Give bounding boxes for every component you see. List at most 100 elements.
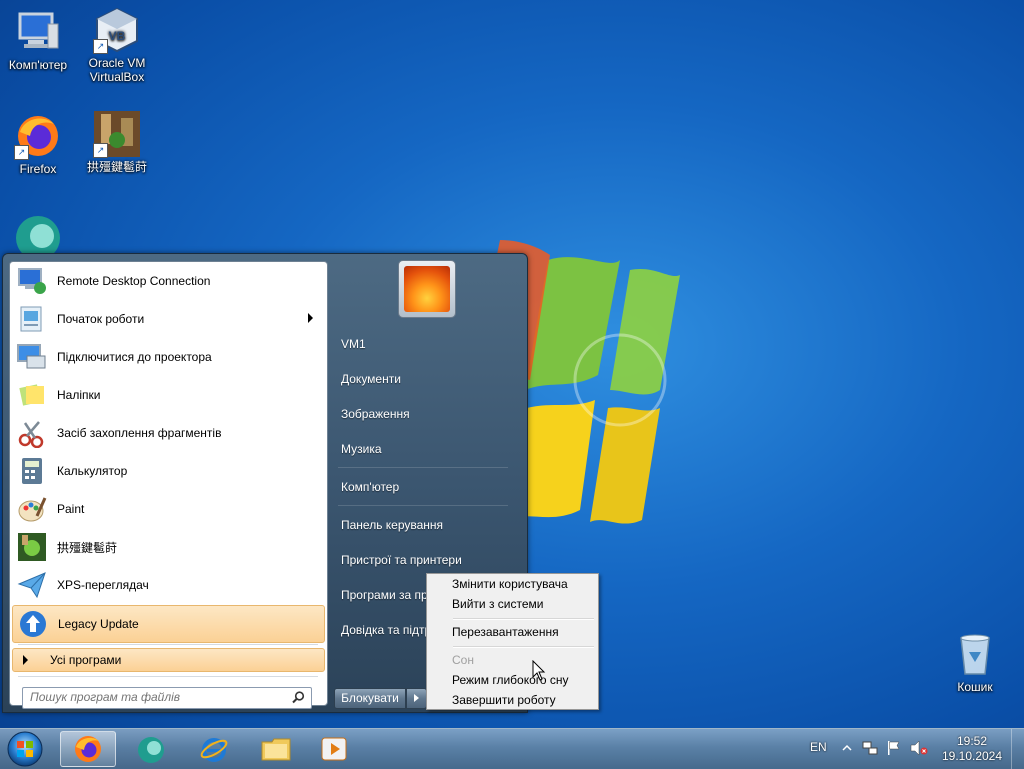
- start-item-paint[interactable]: Paint: [12, 491, 323, 527]
- action-center-flag-icon[interactable]: [886, 740, 902, 756]
- game-icon: ↗: [93, 110, 141, 158]
- start-item-label: Підключитися до проектора: [57, 350, 212, 364]
- media-player-icon: [321, 737, 347, 761]
- user-picture[interactable]: [398, 260, 456, 318]
- shutdown-options-arrow-button[interactable]: [406, 688, 427, 709]
- paint-icon: [16, 493, 48, 525]
- desktop-icon-computer[interactable]: Комп'ютер: [0, 8, 76, 72]
- xps-viewer-icon: [16, 569, 48, 601]
- getting-started-icon: [16, 303, 48, 335]
- mouse-cursor-icon: [532, 660, 546, 681]
- taskbar: EN 19:52 19.10.2024: [0, 728, 1024, 769]
- start-item-snipping-tool[interactable]: Засіб захоплення фрагментів: [12, 415, 323, 451]
- start-item-label: Калькулятор: [57, 464, 128, 478]
- start-right-pictures[interactable]: Зображення: [333, 399, 519, 429]
- start-item-game[interactable]: 拱殭鍵髱莳: [12, 529, 323, 565]
- game-icon: [16, 531, 48, 563]
- shortcut-arrow-icon: ↗: [93, 143, 108, 158]
- virtualbox-icon: VB ↗: [93, 6, 141, 54]
- menu-item-restart[interactable]: Перезавантаження: [429, 622, 594, 642]
- shortcut-arrow-icon: ↗: [14, 145, 29, 160]
- desktop-icon-label: Firefox: [19, 162, 57, 176]
- start-item-label: Paint: [57, 502, 85, 516]
- start-item-getting-started[interactable]: Початок роботи: [12, 301, 323, 337]
- taskbar-media-player[interactable]: [306, 731, 362, 767]
- show-hidden-icons-icon[interactable]: [842, 743, 852, 753]
- programs-separator: [18, 644, 318, 645]
- menu-item-shut-down[interactable]: Завершити роботу: [429, 690, 594, 710]
- firefox-icon: [75, 736, 101, 762]
- all-programs-label: Усі програми: [50, 653, 122, 667]
- network-icon[interactable]: [862, 740, 878, 756]
- search-input[interactable]: [23, 688, 280, 706]
- taskbar-teal-app[interactable]: [123, 731, 179, 767]
- right-pane-separator: [338, 467, 508, 468]
- explorer-icon: [261, 738, 291, 761]
- desktop-icon-label: 拱殭鍵髱莳: [86, 160, 147, 174]
- recycle-bin-icon: [951, 630, 999, 678]
- desktop-icon-label: Oracle VM VirtualBox: [88, 56, 146, 84]
- taskbar-firefox[interactable]: [60, 731, 116, 767]
- system-clock[interactable]: 19:52 19.10.2024: [937, 734, 1007, 764]
- desktop-icon-label: Кошик: [957, 680, 993, 694]
- start-item-sticky-notes[interactable]: Наліпки: [12, 377, 323, 413]
- taskbar-internet-explorer[interactable]: [186, 731, 242, 767]
- start-search-box[interactable]: [22, 687, 312, 709]
- clock-date: 19.10.2024: [941, 749, 1003, 763]
- start-right-documents[interactable]: Документи: [333, 364, 519, 394]
- desktop-icon-virtualbox[interactable]: VB ↗ Oracle VM VirtualBox: [79, 6, 155, 84]
- computer-icon: [14, 8, 62, 56]
- start-item-legacy-update[interactable]: Legacy Update: [12, 605, 325, 643]
- taskbar-explorer[interactable]: [248, 731, 304, 767]
- power-options-menu: Змінити користувача Вийти з системи Пере…: [426, 573, 599, 710]
- start-item-label: Початок роботи: [57, 312, 145, 326]
- start-item-label: Засіб захоплення фрагментів: [57, 426, 222, 440]
- menu-item-log-off[interactable]: Вийти з системи: [429, 594, 594, 614]
- clock-time: 19:52: [956, 734, 988, 748]
- arrow-right-icon: [23, 655, 28, 665]
- snipping-tool-icon: [16, 417, 48, 449]
- start-item-label: XPS-переглядач: [57, 578, 149, 592]
- all-programs-button[interactable]: Усі програми: [12, 648, 325, 672]
- search-icon[interactable]: [292, 691, 305, 704]
- sticky-notes-icon: [16, 379, 48, 411]
- flower-icon: [404, 266, 450, 312]
- start-right-music[interactable]: Музика: [333, 434, 519, 464]
- language-indicator[interactable]: EN: [810, 740, 827, 754]
- submenu-arrow-icon: [308, 313, 313, 323]
- start-menu-programs-pane: Remote Desktop Connection Початок роботи…: [9, 261, 328, 709]
- start-item-projector[interactable]: Підключитися до проектора: [12, 339, 323, 375]
- desktop-icon-recycle-bin[interactable]: Кошик: [937, 630, 1013, 694]
- menu-item-hibernate[interactable]: Режим глибокого сну: [429, 670, 594, 690]
- start-item-xps-viewer[interactable]: XPS-переглядач: [12, 567, 323, 603]
- remote-desktop-icon: [16, 265, 48, 297]
- start-right-user[interactable]: VM1: [333, 329, 519, 359]
- start-item-label: Remote Desktop Connection: [57, 274, 211, 288]
- volume-muted-icon[interactable]: [910, 740, 928, 756]
- lock-button[interactable]: Блокувати: [334, 688, 406, 709]
- teal-app-icon: [138, 737, 164, 763]
- desktop-icon-game[interactable]: ↗ 拱殭鍵髱莳: [79, 110, 155, 174]
- svg-text:VB: VB: [109, 29, 126, 43]
- start-item-remote-desktop[interactable]: Remote Desktop Connection: [12, 263, 323, 299]
- calculator-icon: [16, 455, 48, 487]
- start-button[interactable]: [5, 730, 45, 768]
- start-item-calculator[interactable]: Калькулятор: [12, 453, 323, 489]
- shortcut-arrow-icon: ↗: [93, 39, 108, 54]
- start-item-label: 拱殭鍵髱莳: [57, 540, 118, 555]
- menu-item-switch-user[interactable]: Змінити користувача: [429, 574, 594, 594]
- desktop-icon-firefox[interactable]: ↗ Firefox: [0, 112, 76, 176]
- show-desktop-button[interactable]: [1011, 729, 1024, 769]
- menu-separator: [453, 618, 594, 620]
- start-right-control-panel[interactable]: Панель керування: [333, 510, 519, 540]
- start-item-label: Наліпки: [57, 388, 101, 402]
- projector-icon: [16, 341, 48, 373]
- internet-explorer-icon: [200, 738, 228, 762]
- start-right-devices-printers[interactable]: Пристрої та принтери: [333, 545, 519, 575]
- desktop-icon-label: Комп'ютер: [8, 58, 68, 72]
- start-item-label: Legacy Update: [58, 617, 139, 631]
- firefox-icon: ↗: [14, 112, 62, 160]
- right-pane-separator: [338, 505, 508, 506]
- start-right-computer[interactable]: Комп'ютер: [333, 472, 519, 502]
- menu-item-sleep: Сон: [452, 653, 474, 667]
